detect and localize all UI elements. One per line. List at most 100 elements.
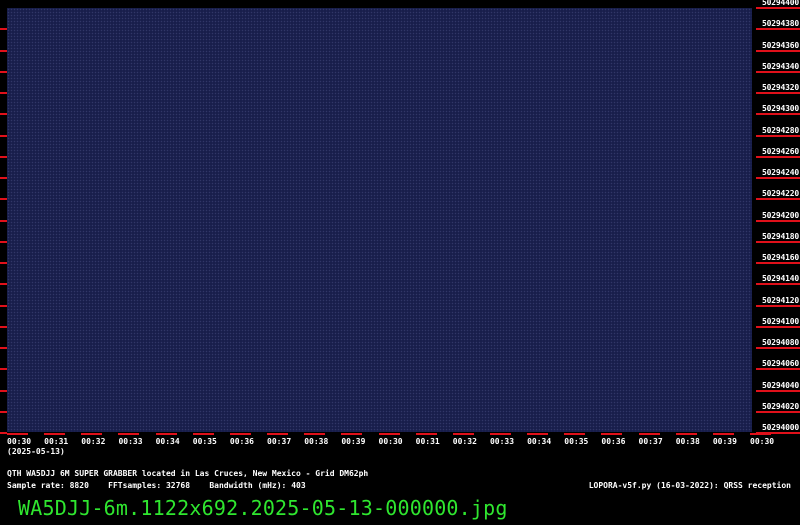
time-tick — [527, 433, 549, 435]
time-tick — [7, 433, 28, 435]
frequency-tick — [756, 92, 800, 94]
left-tick — [0, 347, 7, 349]
time-label: 00:30 — [750, 437, 775, 446]
filename-caption: WA5DJJ-6m.1122x692.2025-05-13-000000.jpg — [18, 496, 508, 520]
software-version: LOPORA-v5f.py (16-03-2022): QRSS recepti… — [588, 481, 791, 490]
frequency-tick — [756, 368, 800, 371]
frequency-label: 50294400 — [762, 0, 799, 7]
frequency-label: 50294340 — [762, 61, 799, 71]
frequency-label: 50294240 — [762, 168, 799, 177]
time-label: 00:36 — [601, 437, 626, 446]
left-tick — [0, 113, 7, 116]
frequency-label: 50294360 — [762, 40, 799, 50]
left-tick — [0, 240, 7, 243]
time-tick — [564, 433, 586, 435]
frequency-tick — [756, 7, 800, 9]
frequency-label: 50294220 — [762, 189, 799, 199]
left-tick — [0, 262, 7, 264]
left-tick — [0, 177, 7, 179]
time-label: 00:38 — [304, 437, 329, 446]
left-tick — [0, 134, 7, 137]
frequency-tick — [756, 155, 800, 158]
frequency-label: 50294100 — [762, 316, 799, 326]
time-tick — [452, 433, 474, 435]
time-label: 00:31 — [44, 437, 69, 446]
frequency-label: 50294380 — [762, 19, 799, 29]
left-tick — [0, 410, 7, 413]
time-label: 00:33 — [118, 437, 143, 446]
frequency-tick — [756, 304, 800, 307]
frequency-label: 50294060 — [762, 359, 799, 369]
frequency-tick — [756, 177, 800, 179]
time-label: 00:34 — [155, 437, 180, 446]
parameters-info: Sample rate: 8820 FFTsamples: 32768 Band… — [7, 481, 306, 490]
time-label: 00:30 — [378, 437, 403, 446]
left-tick — [0, 219, 7, 222]
frequency-label: 50294320 — [762, 83, 799, 92]
frequency-label: 50294300 — [762, 104, 799, 114]
time-label: 00:32 — [81, 437, 106, 446]
frequency-tick — [756, 113, 800, 116]
frequency-label: 50294000 — [762, 423, 799, 432]
frequency-axis: 50294400 50294380 50294360 50294340 50294320… — [752, 0, 800, 440]
frequency-tick — [756, 219, 800, 222]
frequency-tick — [756, 198, 800, 201]
left-tick — [0, 304, 7, 307]
frequency-label: 50294140 — [762, 274, 799, 284]
frequency-label: 50294200 — [762, 210, 799, 220]
frequency-tick — [756, 410, 800, 413]
frequency-tick — [756, 134, 800, 137]
frequency-label: 50294020 — [762, 401, 799, 411]
time-label: 00:37 — [638, 437, 663, 446]
date-label: (2025-05-13) — [7, 447, 65, 456]
left-tick — [0, 70, 7, 73]
time-tick — [378, 433, 400, 435]
frequency-tick — [756, 49, 800, 52]
left-tick-strip — [0, 0, 7, 440]
time-label: 00:30 — [7, 437, 32, 446]
left-tick — [0, 92, 7, 94]
spectrogram-plot — [7, 8, 752, 432]
frequency-tick — [756, 28, 800, 31]
frequency-label: 50294280 — [762, 125, 799, 135]
time-tick — [638, 433, 660, 435]
time-tick — [304, 433, 326, 435]
time-tick — [489, 433, 511, 435]
left-tick — [0, 368, 7, 371]
frequency-tick — [756, 347, 800, 349]
left-tick — [0, 155, 7, 158]
time-label: 00:35 — [564, 437, 589, 446]
frequency-label: 50294180 — [762, 231, 799, 241]
qth-info: QTH WA5DJJ 6M SUPER GRABBER located in L… — [7, 469, 368, 478]
time-tick — [675, 433, 697, 435]
fft-samples: FFTsamples: 32768 — [108, 481, 191, 490]
time-tick — [81, 433, 103, 435]
time-axis: 00:30 00:31 00:32 00:33 00:34 00:35 00:36 00:37… — [0, 432, 800, 462]
time-tick — [192, 433, 214, 435]
left-tick — [0, 389, 7, 392]
time-tick — [155, 433, 177, 435]
time-label: 00:31 — [415, 437, 440, 446]
time-tick — [229, 433, 251, 435]
frequency-tick — [756, 325, 800, 328]
time-tick — [415, 433, 437, 435]
frequency-label: 50294260 — [762, 146, 799, 156]
time-label: 00:37 — [267, 437, 292, 446]
time-label: 00:34 — [527, 437, 552, 446]
frequency-tick — [756, 240, 800, 243]
qth-text: QTH WA5DJJ 6M SUPER GRABBER located in L… — [7, 469, 369, 478]
bandwidth: Bandwidth (mHz): 403 — [209, 481, 306, 490]
time-label: 00:32 — [452, 437, 477, 446]
frequency-label: 50294160 — [762, 253, 799, 262]
time-label: 00:36 — [229, 437, 254, 446]
left-tick — [0, 198, 7, 201]
time-tick — [44, 433, 66, 435]
time-label: 00:39 — [341, 437, 366, 446]
time-tick — [267, 433, 289, 435]
frequency-tick — [756, 70, 800, 73]
left-tick — [0, 28, 7, 31]
sample-rate: Sample rate: 8820 — [7, 481, 89, 490]
frequency-tick — [756, 262, 800, 264]
frequency-tick — [756, 389, 800, 392]
frequency-tick — [756, 283, 800, 286]
